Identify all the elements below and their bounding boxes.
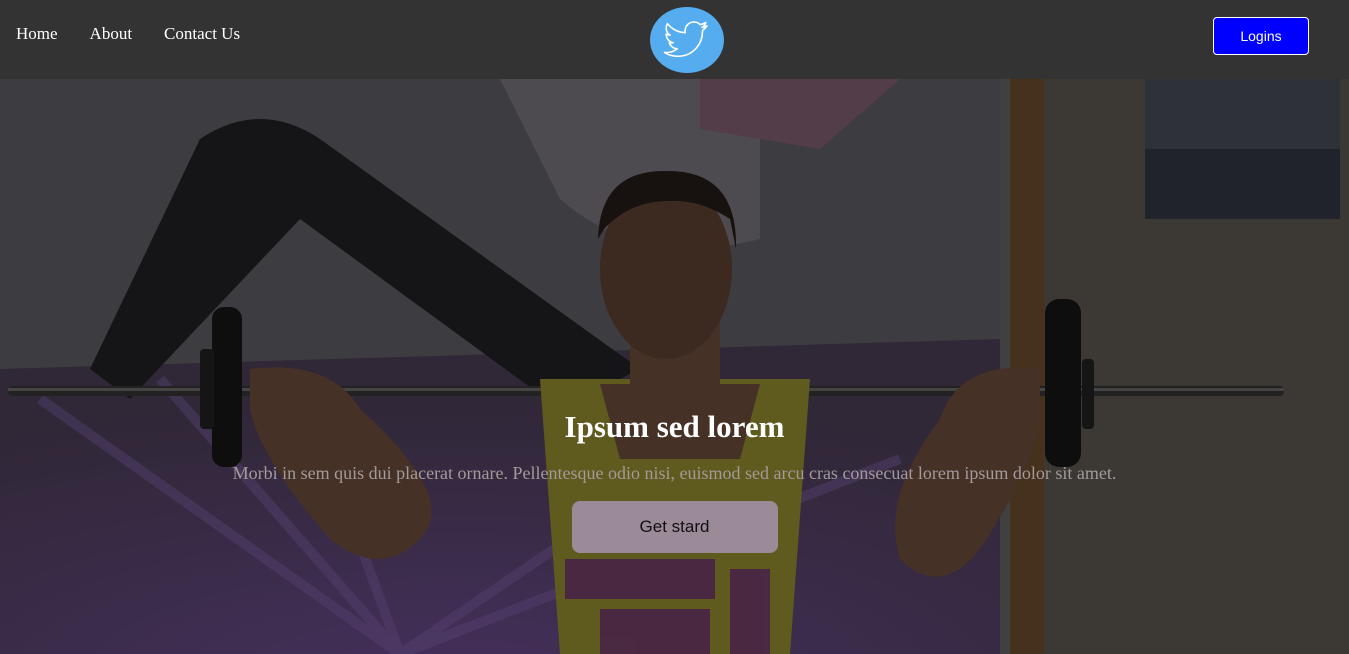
logo[interactable] — [650, 7, 724, 73]
hero-description: Morbi in sem quis dui placerat ornare. P… — [232, 463, 1117, 483]
hero-title: Ipsum sed lorem — [564, 409, 785, 444]
nav-link-home[interactable]: Home — [16, 24, 58, 44]
get-started-button[interactable]: Get stard — [571, 501, 778, 553]
nav-link-contact[interactable]: Contact Us — [164, 24, 240, 44]
nav-link-about[interactable]: About — [90, 24, 133, 44]
hero-section: Ipsum sed lorem Morbi in sem quis dui pl… — [0, 79, 1349, 654]
nav-links: Home About Contact Us — [16, 24, 272, 44]
login-button[interactable]: Logins — [1213, 17, 1309, 55]
navbar: Home About Contact Us Logins — [0, 0, 1349, 79]
hero-content: Ipsum sed lorem Morbi in sem quis dui pl… — [0, 407, 1349, 553]
hero-background-image — [0, 79, 1349, 654]
twitter-bird-icon — [663, 21, 708, 58]
